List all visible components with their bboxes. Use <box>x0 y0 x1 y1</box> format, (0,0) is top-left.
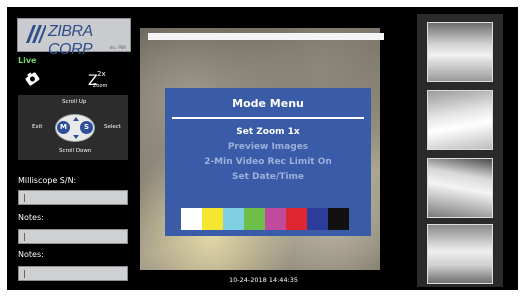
video-top-bar <box>148 33 384 40</box>
color-swatch <box>286 208 307 230</box>
thumbnail-image[interactable] <box>427 90 493 150</box>
zibra-corp-logo: ZIBRA CORP Inc. PSR <box>17 18 131 58</box>
mode-menu-overlay: Mode Menu Set Zoom 1x Preview Images 2-M… <box>165 88 371 236</box>
select-key[interactable]: S <box>80 121 93 134</box>
control-pad: Scroll Up Exit Select Scroll Down M S <box>18 95 128 160</box>
zoom-2x-button[interactable]: Z 2x Zoom <box>86 70 112 92</box>
color-swatch <box>244 208 265 230</box>
color-swatch <box>265 208 286 230</box>
notes-1-label: Notes: <box>18 213 44 222</box>
thumbnail-image[interactable] <box>427 22 493 82</box>
serial-number-field[interactable] <box>18 190 128 205</box>
logo-stripes-icon <box>26 25 46 43</box>
color-swatch <box>223 208 244 230</box>
scroll-down-label: Scroll Down <box>59 148 92 154</box>
exit-label: Exit <box>32 124 43 130</box>
thumbnail-image[interactable] <box>427 158 493 218</box>
arrow-down-icon[interactable] <box>73 135 79 139</box>
color-swatch <box>181 208 202 230</box>
color-swatch <box>328 208 349 230</box>
camera-icon <box>25 72 40 86</box>
thumbnail-image[interactable] <box>427 224 493 284</box>
menu-item-video-rec-limit[interactable]: 2-Min Video Rec Limit On <box>165 157 371 167</box>
mode-menu-divider <box>172 117 364 119</box>
logo-text: ZIBRA CORP <box>48 23 93 58</box>
select-label: Select <box>104 124 121 130</box>
serial-number-label: Milliscope S/N: <box>18 176 77 185</box>
text-caret <box>24 194 25 202</box>
live-label: Live <box>18 56 37 65</box>
text-caret <box>24 270 25 278</box>
mode-key[interactable]: M <box>57 121 70 134</box>
notes-2-field[interactable] <box>18 266 128 281</box>
mode-menu-title: Mode Menu <box>232 97 304 110</box>
scroll-up-label: Scroll Up <box>62 99 87 105</box>
timestamp: 10-24-2018 14:44:35 <box>229 276 299 284</box>
menu-item-set-date-time[interactable]: Set Date/Time <box>165 172 371 182</box>
text-caret <box>24 233 25 241</box>
zoom-level-label: 2x <box>97 70 106 78</box>
color-swatch <box>307 208 328 230</box>
color-swatch <box>202 208 223 230</box>
menu-item-set-zoom[interactable]: Set Zoom 1x <box>165 127 371 137</box>
logo-subtext: Inc. PSR <box>109 45 126 50</box>
zoom-caption: Zoom <box>93 83 108 89</box>
color-bar-test-pattern <box>181 208 349 230</box>
notes-2-label: Notes: <box>18 250 44 259</box>
joystick-icon[interactable]: M S <box>55 114 95 142</box>
camera-button[interactable] <box>24 70 42 86</box>
menu-item-preview-images[interactable]: Preview Images <box>165 142 371 152</box>
arrow-up-icon[interactable] <box>73 117 79 121</box>
notes-1-field[interactable] <box>18 229 128 244</box>
